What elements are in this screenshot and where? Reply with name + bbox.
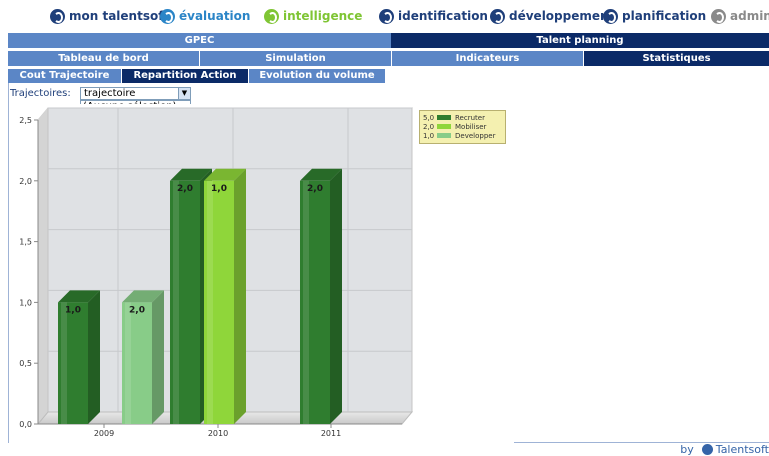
chart-legend: 5,0 Recruter 2,0 Mobiliser 1,0 Developper [419,110,506,144]
talentsoft-logo-icon [603,8,618,24]
nav-developpement[interactable]: développement [490,7,614,25]
tab-cout-trajectoire[interactable]: Cout Trajectoire [8,69,122,83]
nav-mon-talentsoft[interactable]: mon talentsoft [50,7,169,25]
nav-label: admin [730,9,769,23]
tab-evolution-du-volume[interactable]: Evolution du volume [249,69,385,83]
bar-side-face [152,290,164,424]
legend-value: 5,0 [423,113,435,122]
legend-label: Mobiliser [455,122,487,131]
bar-highlight [207,180,213,424]
subnav-tableau-de-bord[interactable]: Tableau de bord [8,51,200,66]
subnav-simulation[interactable]: Simulation [200,51,391,66]
legend-swatch [437,124,451,129]
legend-label: Developper [455,131,496,140]
footer-brand[interactable]: Talentsoft [716,443,769,456]
nav-admin[interactable]: admin [711,7,769,25]
bar-data-label: 1,0 [65,305,81,315]
nav-label: identification [398,9,488,23]
bar-mobiliser: 1,0 [204,168,246,424]
talentsoft-logo-icon [711,8,726,24]
tab-repartition-action[interactable]: Repartition Action [122,69,249,83]
statistics-tabs: Cout Trajectoire Repartition Action Evol… [8,69,769,83]
y-tick-label: 1,5 [19,238,32,247]
footer-by: by [680,442,694,456]
bar-recruter: 1,0 [58,290,100,424]
repartition-action-chart: 0,00,51,01,52,02,5 2009 2010 2011 1,0 2,02,… [9,104,514,446]
legend-value: 2,0 [423,122,435,131]
nav-label: développement [509,9,615,23]
bar-side-face [234,168,246,424]
trajectoires-select-value: trajectoire [84,88,136,99]
bar-data-label: 2,0 [129,305,145,315]
bar-side-face [330,168,342,424]
nav-label: intelligence [283,9,363,23]
trajectoires-label: Trajectoires: [10,88,71,99]
x-tick-label: 2009 [94,429,114,438]
nav-intelligence[interactable]: intelligence [264,7,362,25]
subnav-indicateurs[interactable]: Indicateurs [391,51,583,66]
subnav-statistiques[interactable]: Statistiques [583,51,769,66]
bar-side-face [88,290,100,424]
bar-data-label: 2,0 [177,184,193,194]
talentsoft-logo-icon [264,8,279,24]
y-tick-label: 2,5 [19,116,32,125]
footer: by Talentsoft [680,442,769,456]
y-tick-label: 1,0 [19,298,32,307]
talentsoft-logo-icon [701,443,713,455]
sub-navigation: Tableau de bord Simulation Indicateurs S… [8,51,769,66]
nav-identification[interactable]: identification [379,7,488,25]
module-bar: GPEC Talent planning [8,33,769,48]
chevron-down-icon[interactable]: ▼ [178,88,190,99]
bar-data-label: 1,0 [211,184,227,194]
x-tick-label: 2010 [208,429,228,438]
legend-value: 1,0 [423,131,435,140]
y-tick-label: 0,5 [19,359,32,368]
tab-talent-planning[interactable]: Talent planning [391,33,769,48]
bar-highlight [173,180,179,424]
y-tick-label: 2,0 [19,177,32,186]
nav-evaluation[interactable]: évaluation [160,7,250,25]
legend-label: Recruter [455,113,485,122]
legend-entry-developper: 1,0 Developper [423,131,502,140]
tab-gpec[interactable]: GPEC [8,33,391,48]
y-tick-label: 0,0 [19,420,32,429]
bar-data-label: 2,0 [307,184,323,194]
talentsoft-logo-icon [490,8,505,24]
nav-planification[interactable]: planification [603,7,706,25]
talentsoft-logo-icon [379,8,394,24]
talentsoft-logo-icon [160,8,175,24]
legend-entry-mobiliser: 2,0 Mobiliser [423,122,502,131]
nav-label: évaluation [179,9,251,23]
x-tick-label: 2011 [321,429,341,438]
legend-swatch [437,115,451,120]
nav-label: mon talentsoft [69,9,170,23]
legend-swatch [437,133,451,138]
bar-highlight [61,302,67,424]
nav-label: planification [622,9,707,23]
bar-developper: 2,0 [122,290,164,424]
top-navigation: mon talentsoft évaluation intelligence i… [0,0,769,30]
bar-highlight [125,302,131,424]
trajectoires-select[interactable]: trajectoire ▼ [80,87,191,100]
legend-entry-recruter: 5,0 Recruter [423,113,502,122]
chart-left-wall [38,108,48,424]
bar-highlight [303,180,309,424]
bar-recruter: 2,0 [300,168,342,424]
talentsoft-logo-icon [50,8,65,24]
